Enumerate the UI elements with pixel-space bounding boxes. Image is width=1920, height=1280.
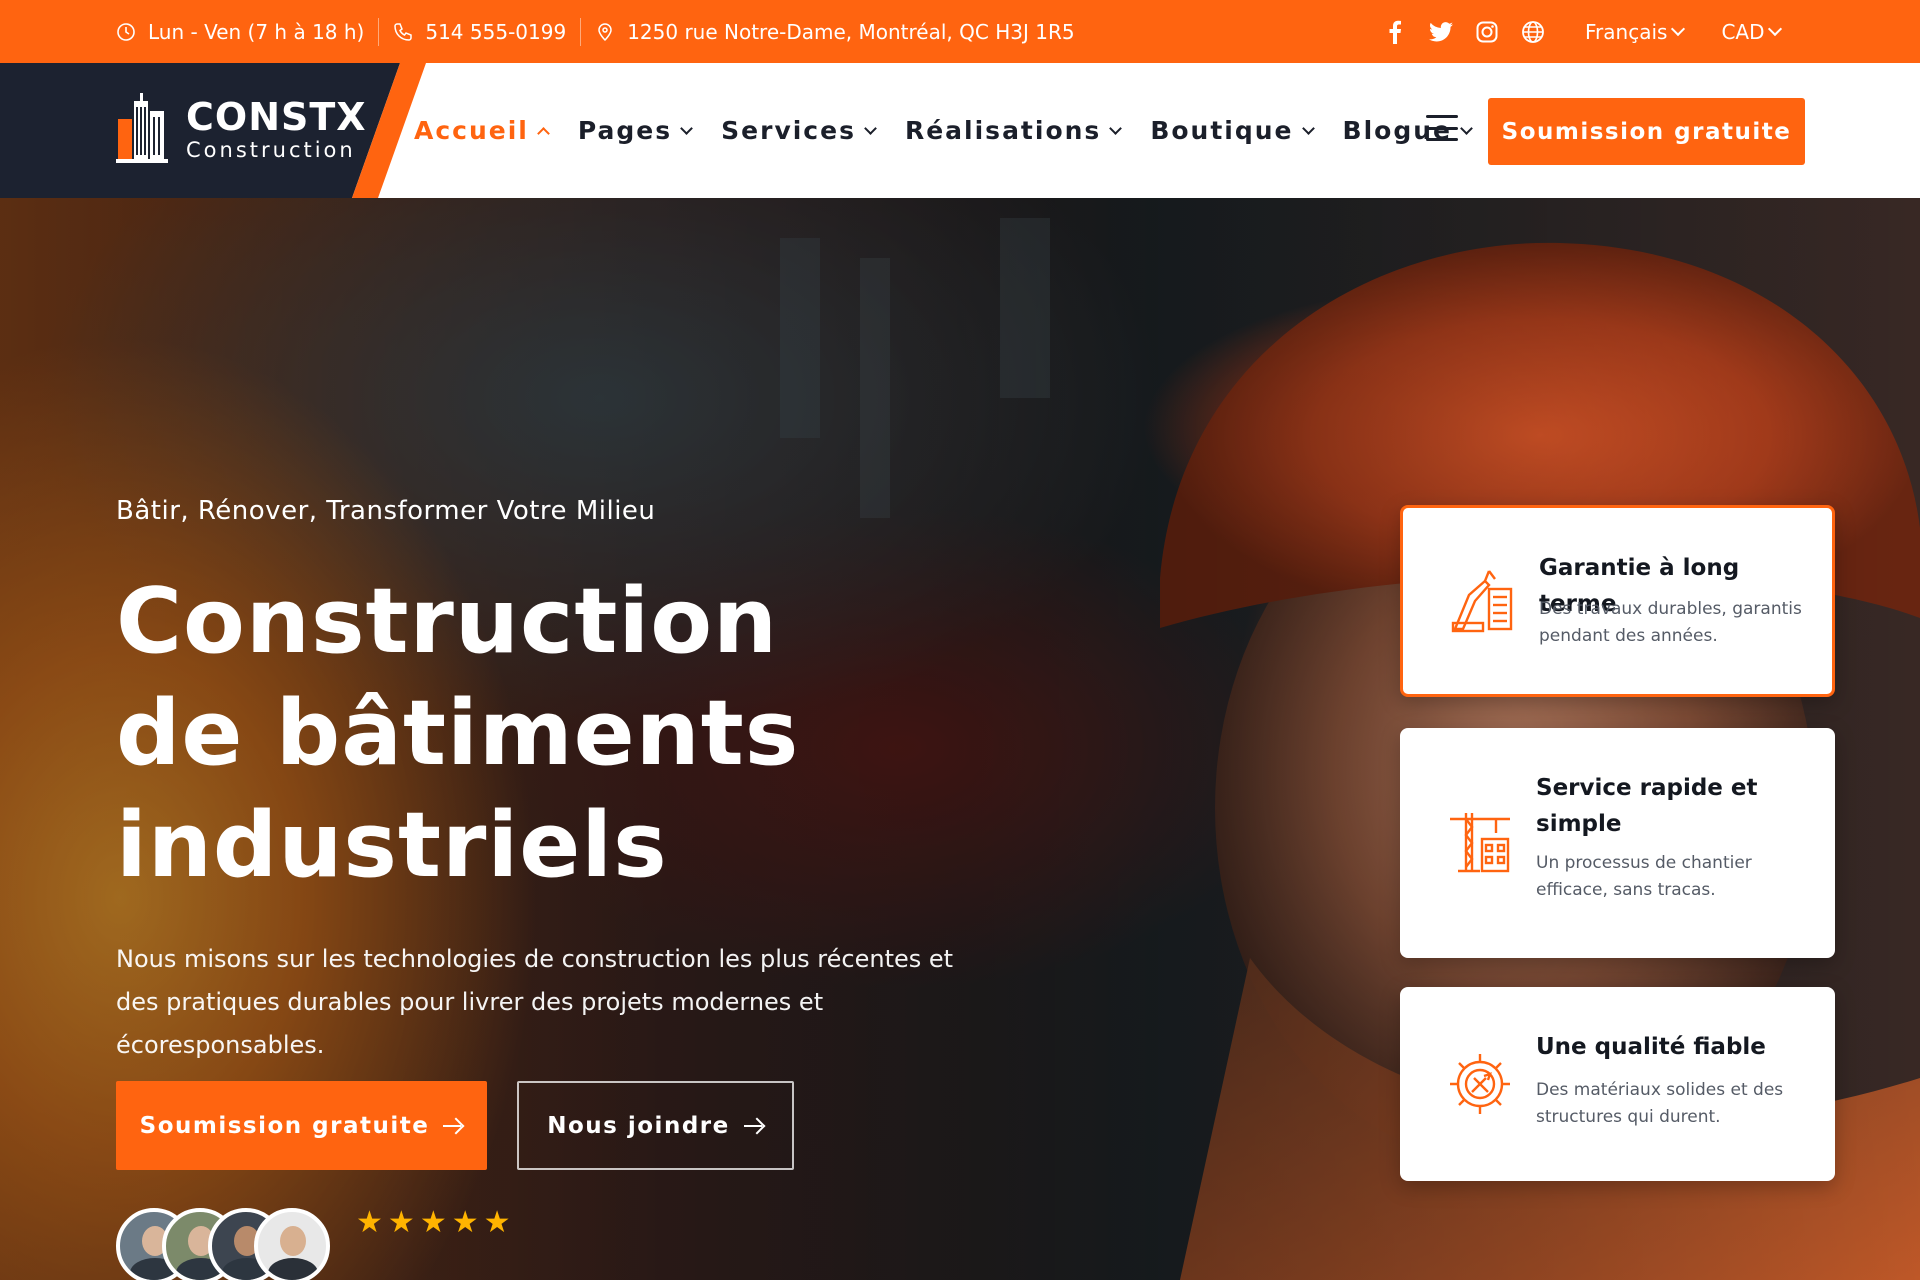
address-link[interactable]: 1250 rue Notre-Dame, Montréal, QC H3J 1R… — [581, 17, 1088, 47]
globe-icon[interactable] — [1521, 20, 1545, 44]
crane-building-icon — [1449, 567, 1517, 635]
star-icon: ★ — [387, 1205, 415, 1240]
topbar-actions: Français CAD — [1383, 0, 1783, 63]
feature-card[interactable]: Une qualité fiable Des matériaux solides… — [1400, 987, 1835, 1181]
chevron-down-icon — [864, 121, 877, 135]
feature-card[interactable]: Garantie à long terme Des travaux durabl… — [1400, 505, 1835, 697]
chevron-down-icon — [1460, 121, 1473, 135]
chevron-down-icon — [1109, 121, 1123, 135]
menu-icon[interactable] — [1426, 115, 1458, 141]
menu-line — [1426, 126, 1458, 130]
feature-text: Un processus de chantier efficace, sans … — [1536, 853, 1752, 900]
nav-label: Réalisations — [904, 116, 1102, 145]
gear-tools-icon — [1446, 1050, 1514, 1118]
language-selector[interactable]: Français — [1585, 19, 1686, 44]
menu-line — [1426, 138, 1458, 141]
star-icon: ★ — [419, 1205, 447, 1240]
hero-section: Bâtir, Rénover, Transformer Votre Milieu… — [0, 198, 1920, 1280]
address-text: 1250 rue Notre-Dame, Montréal, QC H3J 1R… — [627, 19, 1075, 44]
button-label: Soumission gratuite — [139, 1112, 430, 1139]
star-icon: ★ — [356, 1205, 383, 1240]
customer-avatars — [116, 1208, 330, 1280]
building-logo-icon — [116, 93, 172, 167]
phone-link[interactable]: 514 555-0199 — [379, 17, 580, 47]
chevron-down-icon — [1768, 21, 1783, 37]
brand-name: CONSTX — [186, 95, 367, 139]
arrow-right-icon — [743, 1118, 764, 1134]
hero-tagline: Bâtir, Rénover, Transformer Votre Milieu — [116, 496, 656, 526]
header-quote-button[interactable]: Soumission gratuite — [1488, 98, 1805, 165]
nav-item-services[interactable]: Services — [721, 116, 877, 145]
rating-stars: ★ ★ ★ ★ ★ — [356, 1208, 511, 1238]
feature-title: Une qualité fiable — [1536, 1034, 1766, 1060]
nav-label: Services — [721, 116, 856, 145]
phone-icon — [393, 22, 413, 42]
chevron-down-icon — [1301, 121, 1315, 135]
nav-label: Boutique — [1150, 116, 1294, 145]
hero-title: Construction de bâtiments industriels — [116, 566, 916, 902]
chevron-down-icon — [1671, 21, 1686, 37]
top-bar: Lun - Ven (7 h à 18 h) 514 555-0199 1250… — [0, 0, 1920, 63]
hero-title-line: de bâtiments — [116, 681, 800, 786]
clock-icon — [116, 22, 136, 42]
star-icon: ★ — [483, 1205, 511, 1240]
nav-label: Pages — [577, 116, 673, 145]
nav-label: Accueil — [414, 116, 529, 145]
feature-title: Service rapide et simple — [1536, 775, 1758, 837]
language-label: Français — [1585, 19, 1668, 44]
button-label: Nous joindre — [547, 1112, 730, 1139]
contact-button[interactable]: Nous joindre — [517, 1081, 794, 1170]
feature-text: Des matériaux solides et des structures … — [1536, 1080, 1784, 1127]
map-pin-icon — [595, 22, 615, 42]
hero-title-line: Construction — [116, 569, 779, 674]
chevron-up-icon — [537, 126, 550, 140]
site-logo[interactable]: CONSTX Construction — [116, 93, 367, 167]
hero-description: Nous misons sur les technologies de cons… — [116, 945, 954, 1059]
feature-card[interactable]: Service rapide et simple Un processus de… — [1400, 728, 1835, 958]
main-header: CONSTX Construction Accueil Pages Servic… — [0, 63, 1920, 198]
avatar — [254, 1208, 330, 1280]
feature-text: Des travaux durables, garantis pendant d… — [1539, 599, 1802, 646]
nav-item-boutique[interactable]: Boutique — [1150, 116, 1315, 145]
currency-selector[interactable]: CAD — [1721, 19, 1783, 44]
main-nav: Accueil Pages Services Réalisations Bout… — [414, 63, 1473, 198]
hero-quote-button[interactable]: Soumission gratuite — [116, 1081, 487, 1170]
hours-text: Lun - Ven (7 h à 18 h) — [148, 19, 365, 44]
twitter-icon[interactable] — [1429, 20, 1453, 44]
nav-item-pages[interactable]: Pages — [577, 116, 694, 145]
currency-label: CAD — [1721, 19, 1765, 44]
facebook-icon[interactable] — [1383, 20, 1407, 44]
business-hours: Lun - Ven (7 h à 18 h) — [116, 17, 378, 47]
contact-info: Lun - Ven (7 h à 18 h) 514 555-0199 1250… — [116, 0, 1089, 63]
nav-item-accueil[interactable]: Accueil — [414, 116, 550, 145]
brand-subtitle: Construction — [186, 138, 356, 162]
chevron-down-icon — [680, 121, 694, 135]
logo-text: CONSTX Construction — [186, 97, 367, 163]
phone-text: 514 555-0199 — [425, 19, 567, 44]
menu-line — [1426, 115, 1458, 118]
arrow-right-icon — [443, 1118, 463, 1134]
hero-title-line: industriels — [116, 793, 668, 898]
tower-crane-icon — [1446, 809, 1514, 877]
nav-item-realisations[interactable]: Réalisations — [904, 116, 1123, 145]
star-icon: ★ — [451, 1205, 479, 1240]
instagram-icon[interactable] — [1475, 20, 1499, 44]
